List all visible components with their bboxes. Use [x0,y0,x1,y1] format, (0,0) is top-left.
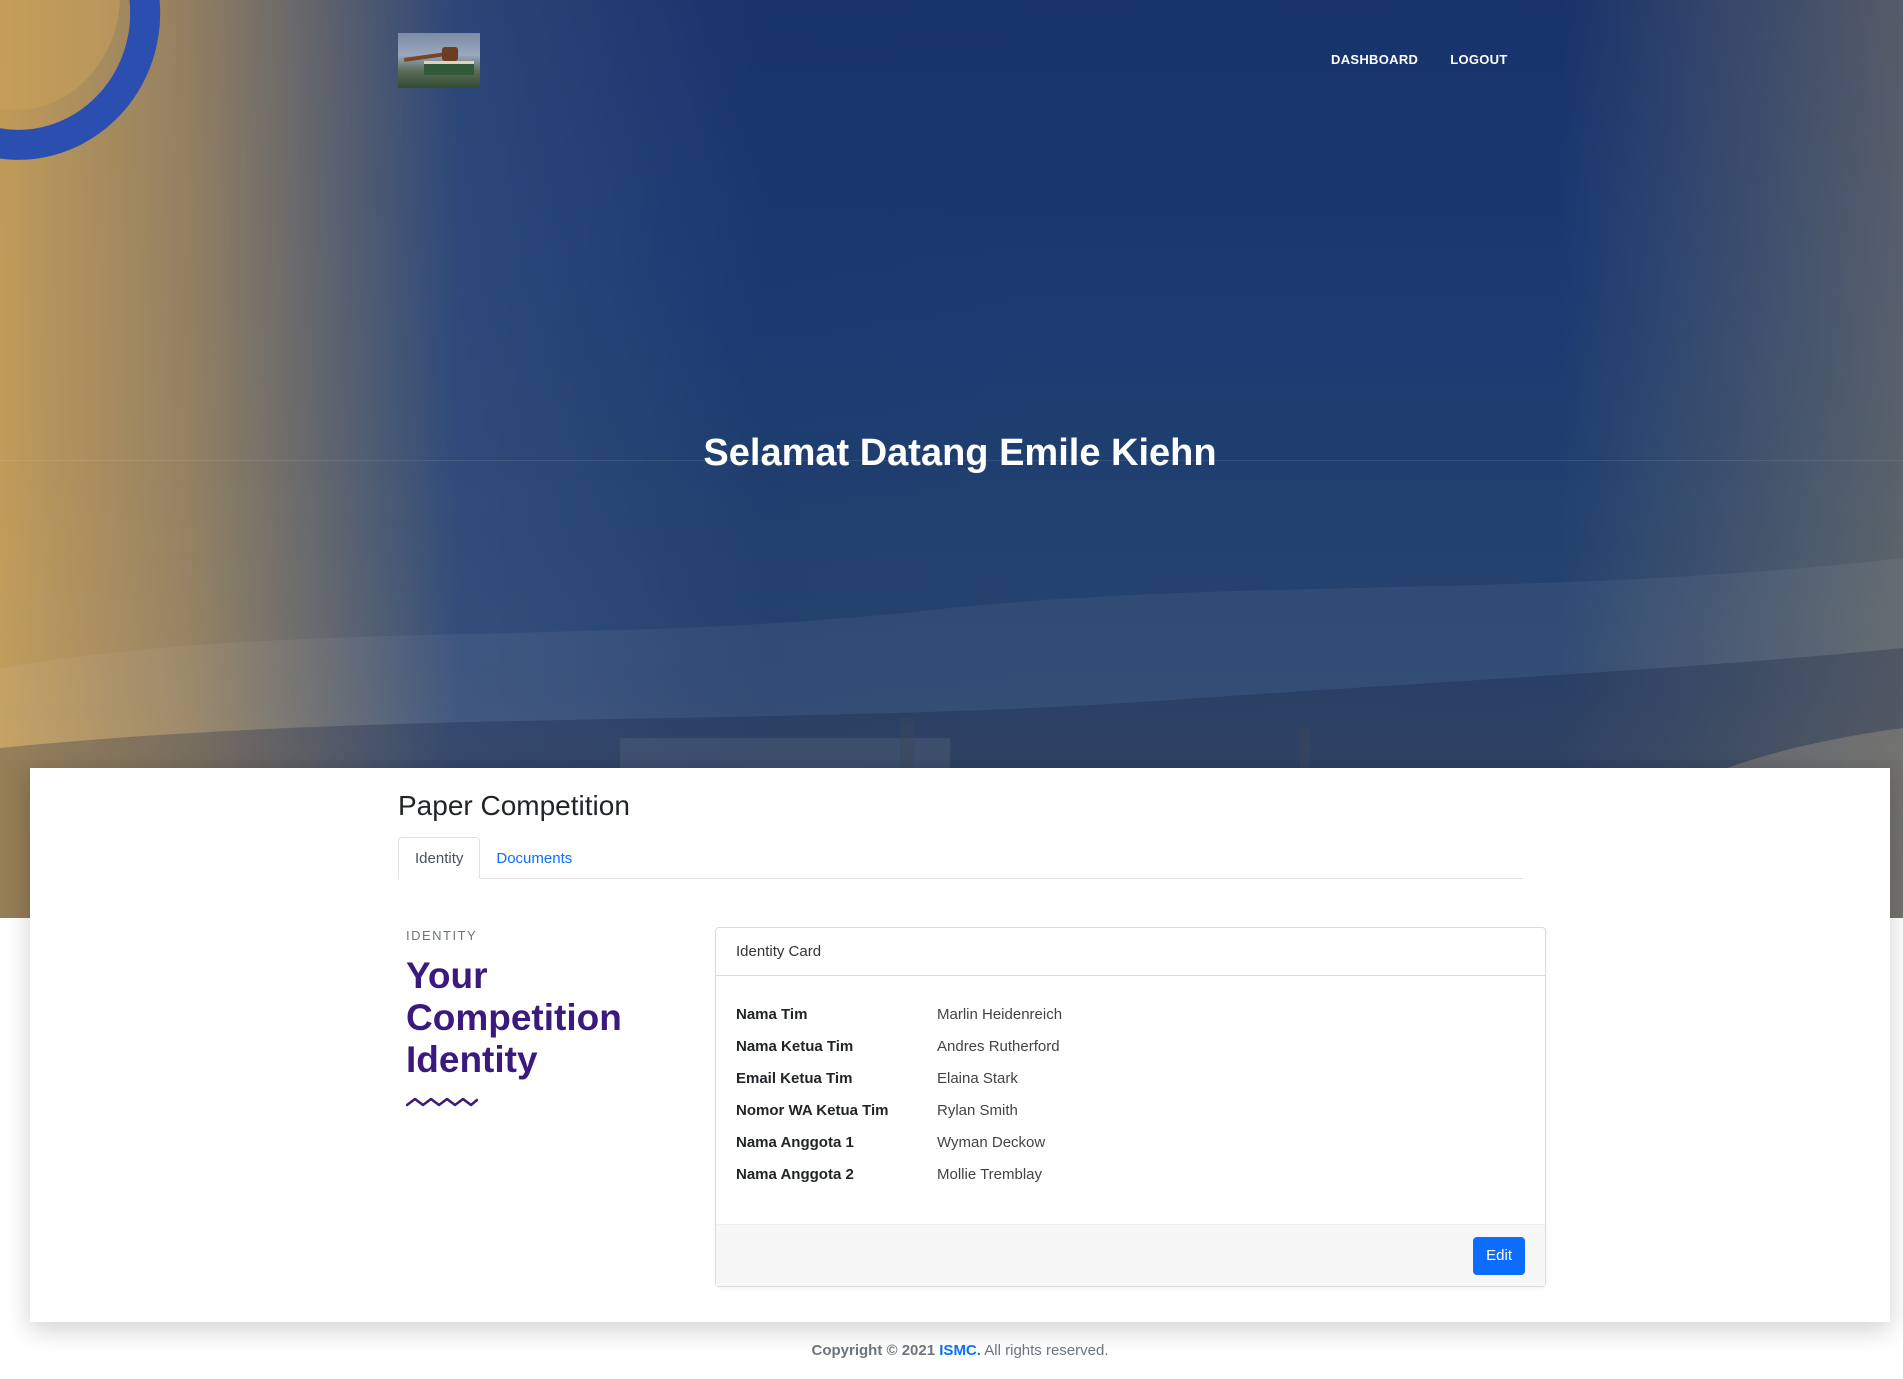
identity-details: Nama Tim Marlin Heidenreich Nama Ketua T… [716,976,1545,1190]
identity-heading-line3: Identity [406,1039,538,1080]
tab-bar: Identity Documents [398,837,1523,879]
book [424,61,474,75]
detail-row: Nama Tim Marlin Heidenreich [736,998,1525,1030]
decorative-arc [0,0,184,183]
detail-row: Nama Ketua Tim Andres Rutherford [736,1030,1525,1062]
wave-divider-icon [405,1097,479,1107]
identity-intro: IDENTITY Your Competition Identity [405,928,666,1114]
nav-logout-link[interactable]: LOGOUT [1450,52,1507,67]
detail-label: Email Ketua Tim [736,1069,853,1087]
page-footer: Copyright © 2021 ISMC. All rights reserv… [0,1342,1903,1359]
top-nav: DASHBOARD LOGOUT [1331,52,1508,67]
edit-button[interactable]: Edit [1473,1236,1525,1275]
detail-value: Mollie Tremblay [937,1165,1043,1183]
page: DASHBOARD LOGOUT Selamat Datang Emile Ki… [0,0,1903,1379]
detail-value: Wyman Deckow [937,1133,1046,1151]
main-card: Paper Competition Identity Documents IDE… [30,768,1890,1322]
identity-heading-line2: Competition [406,997,622,1038]
brand-link[interactable]: ISMC. [939,1342,981,1359]
identity-card: Identity Card Nama Tim Marlin Heidenreic… [715,927,1546,1287]
detail-label: Nama Anggota 1 [736,1133,854,1151]
detail-row: Email Ketua Tim Elaina Stark [736,1062,1525,1094]
copyright-prefix: Copyright © 2021 [811,1342,936,1359]
detail-row: Nama Anggota 1 Wyman Deckow [736,1126,1525,1158]
identity-card-footer: Edit [716,1224,1545,1286]
detail-value: Andres Rutherford [937,1037,1060,1055]
tab-identity[interactable]: Identity [398,837,481,879]
detail-row: Nomor WA Ketua Tim Rylan Smith [736,1094,1525,1126]
gavel-head [442,47,458,61]
detail-row: Nama Anggota 2 Mollie Tremblay [736,1158,1525,1190]
detail-label: Nama Anggota 2 [736,1165,854,1183]
identity-eyebrow: IDENTITY [406,928,478,943]
detail-label: Nomor WA Ketua Tim [736,1101,889,1119]
detail-label: Nama Ketua Tim [736,1037,854,1055]
page-title: Paper Competition [398,790,630,821]
detail-label: Nama Tim [736,1005,808,1023]
detail-value: Marlin Heidenreich [937,1005,1063,1023]
welcome-title: Selamat Datang Emile Kiehn [703,432,1217,474]
copyright-suffix: All rights reserved. [984,1342,1109,1359]
nav-dashboard-link[interactable]: DASHBOARD [1331,52,1418,67]
tab-documents[interactable]: Documents [480,837,588,879]
identity-heading: Your Competition Identity [406,955,666,1081]
detail-value: Rylan Smith [937,1101,1018,1119]
detail-value: Elaina Stark [937,1069,1018,1087]
gavel-book-logo[interactable] [398,33,480,88]
identity-heading-line1: Your [406,955,488,996]
identity-card-header: Identity Card [716,928,1545,976]
